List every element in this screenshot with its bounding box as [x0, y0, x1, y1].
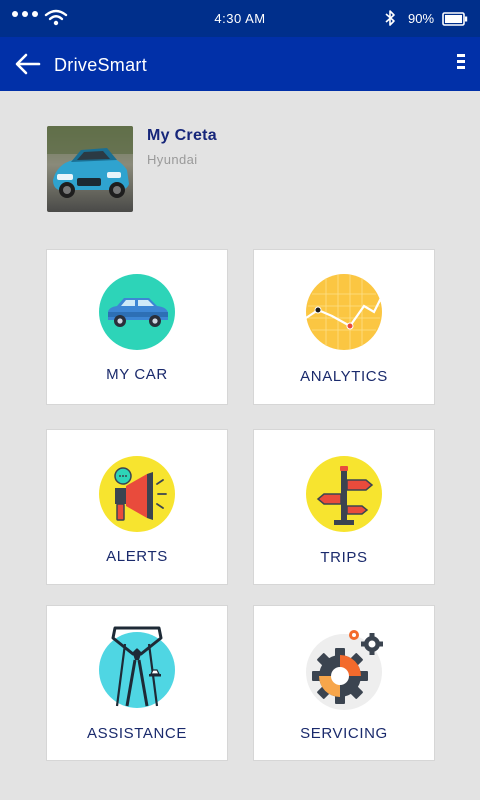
tile-servicing[interactable]: SERVICING — [253, 605, 435, 761]
vehicle-brand: Hyundai — [147, 152, 198, 167]
tile-label: ASSISTANCE — [87, 725, 187, 742]
vehicle-name: My Creta — [147, 127, 217, 144]
car-thumbnail[interactable] — [47, 126, 133, 212]
suit-icon — [99, 626, 175, 708]
tile-label: TRIPS — [320, 549, 368, 566]
megaphone-icon — [99, 456, 175, 532]
overflow-menu-icon[interactable] — [455, 52, 467, 72]
car-icon — [99, 274, 175, 350]
battery-icon — [442, 12, 468, 26]
bluetooth-icon — [385, 10, 395, 26]
signpost-icon — [306, 456, 382, 532]
tile-trips[interactable]: TRIPS — [253, 429, 435, 585]
tile-my-car[interactable]: MY CAR — [46, 249, 228, 405]
arrow-left-icon[interactable] — [14, 52, 42, 76]
tile-alerts[interactable]: ALERTS — [46, 429, 228, 585]
analytics-icon — [305, 274, 389, 350]
tile-label: MY CAR — [106, 366, 168, 383]
tile-analytics[interactable]: ANALYTICS — [253, 249, 435, 405]
tile-label: SERVICING — [300, 725, 388, 742]
battery-percent: 90% — [408, 11, 435, 26]
car-photo-icon — [47, 126, 133, 212]
tile-label: ALERTS — [106, 548, 168, 565]
tile-assistance[interactable]: ASSISTANCE — [46, 605, 228, 761]
status-bar: 4:30 AM 90% — [0, 0, 480, 37]
app-bar: DriveSmart — [0, 37, 480, 91]
tile-label: ANALYTICS — [300, 368, 388, 385]
gears-icon — [306, 630, 383, 710]
app-title: DriveSmart — [54, 55, 148, 75]
